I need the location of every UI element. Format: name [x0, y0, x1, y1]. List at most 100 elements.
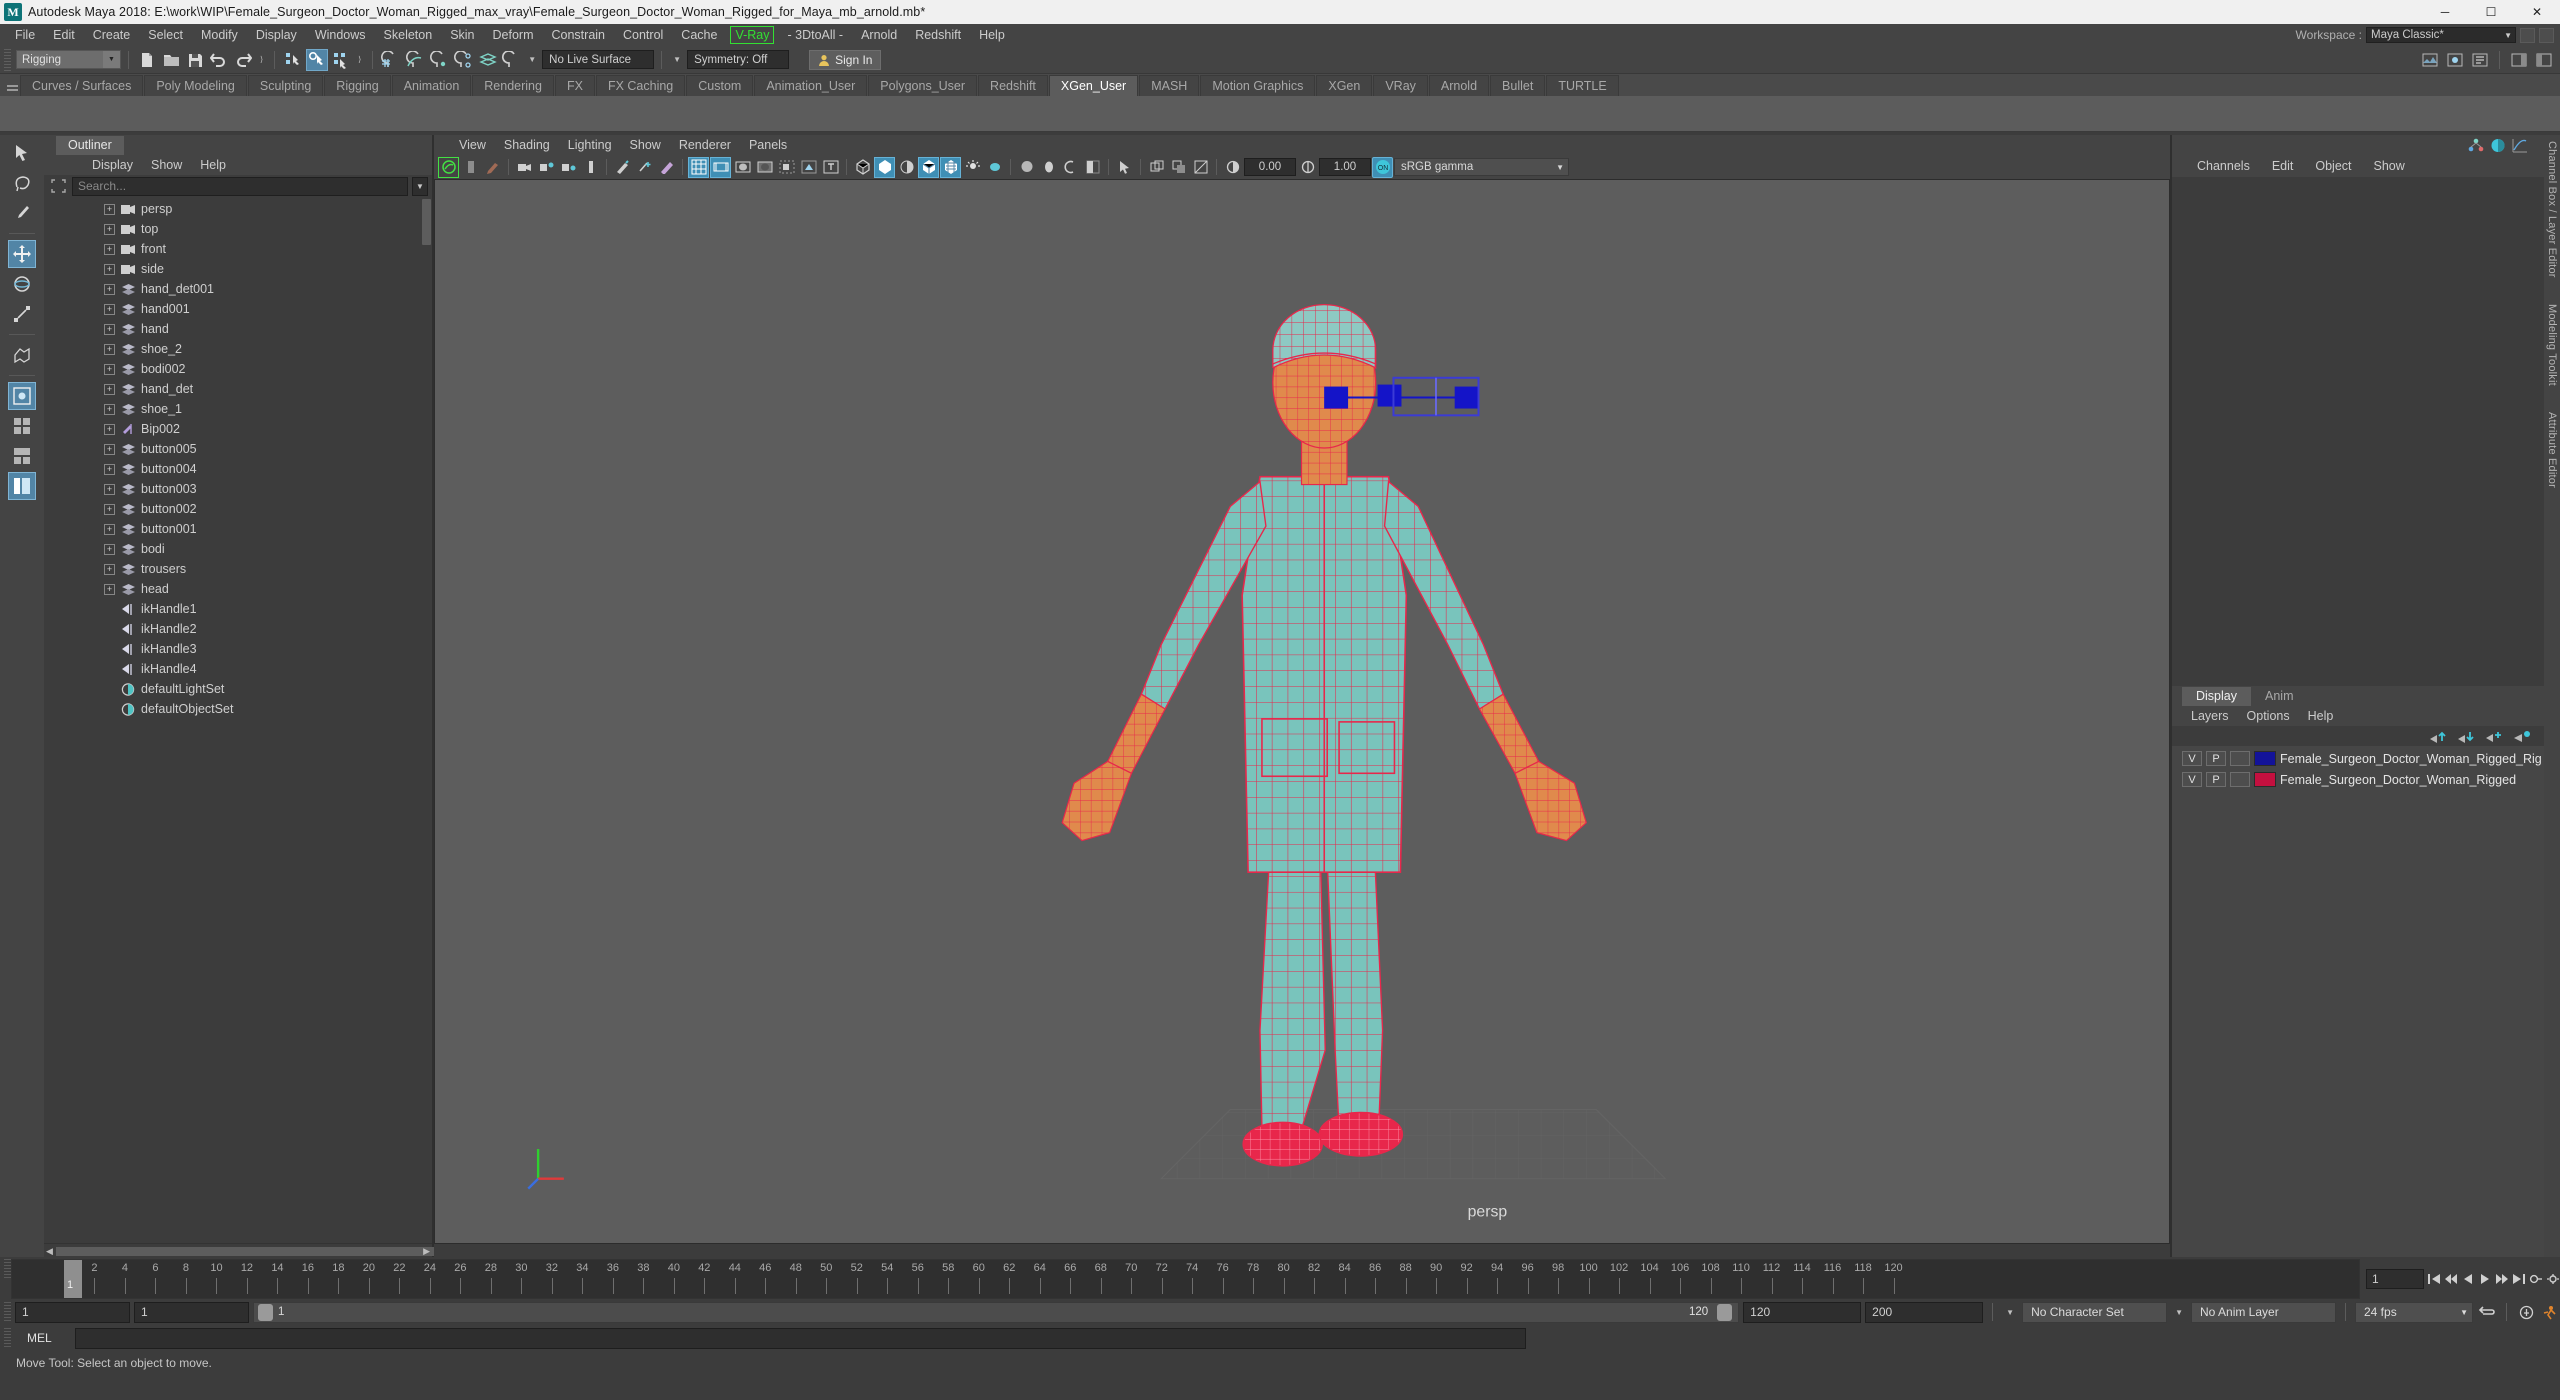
menu-item-redshift[interactable]: Redshift	[906, 24, 970, 46]
ambient-occlusion-icon[interactable]	[1038, 157, 1059, 178]
mel-label[interactable]: MEL	[15, 1331, 71, 1345]
menu-item-deform[interactable]: Deform	[484, 24, 543, 46]
shelf-tab-motion-graphics[interactable]: Motion Graphics	[1200, 75, 1316, 96]
menu-item-edit[interactable]: Edit	[44, 24, 84, 46]
viewport-menu-shading[interactable]: Shading	[495, 138, 559, 152]
panel-zoom-icon[interactable]	[1146, 157, 1167, 178]
layer-row[interactable]: V P Female_Surgeon_Doctor_Woman_Rigged_Rig	[2172, 748, 2560, 769]
menu-item-file[interactable]: File	[6, 24, 44, 46]
shelf-tab-bullet[interactable]: Bullet	[1490, 75, 1546, 96]
camera-keys-icon[interactable]	[558, 157, 579, 178]
shelf-tab-rendering[interactable]: Rendering	[472, 75, 554, 96]
select-component-icon[interactable]	[330, 49, 352, 71]
menu-item-create[interactable]: Create	[84, 24, 140, 46]
animation-preferences-button[interactable]	[2516, 1302, 2536, 1322]
search-input[interactable]	[72, 176, 408, 196]
snap-curve-icon[interactable]	[404, 49, 426, 71]
expand-plus-icon[interactable]: +	[104, 223, 115, 235]
layer-tab-display[interactable]: Display	[2182, 687, 2251, 706]
expand-plus-icon[interactable]: +	[104, 363, 115, 375]
channelbox-menu-show[interactable]: Show	[2363, 159, 2416, 173]
expand-plus-icon[interactable]: +	[104, 443, 115, 455]
maximize-button[interactable]: ☐	[2468, 0, 2514, 24]
outliner-item[interactable]: + button002	[44, 499, 432, 519]
timeline-grip[interactable]	[4, 1259, 11, 1279]
exposure-icon[interactable]	[1222, 157, 1243, 178]
outliner-item[interactable]: ikHandle3	[44, 639, 432, 659]
outliner-item[interactable]: + top	[44, 219, 432, 239]
scale-tool-icon[interactable]	[8, 300, 36, 328]
outliner-item[interactable]: defaultLightSet	[44, 679, 432, 699]
playback-start-field[interactable]: 1	[134, 1301, 249, 1323]
toolbar-grip[interactable]	[4, 48, 11, 71]
smooth-shade-all-icon[interactable]	[874, 156, 895, 178]
view-split-pane-icon[interactable]	[8, 442, 36, 470]
rotate-tool-icon[interactable]	[8, 270, 36, 298]
auto-key-icon[interactable]	[2529, 1269, 2543, 1289]
workspace-layout-icon[interactable]	[2520, 27, 2535, 43]
go-to-start-icon[interactable]	[2427, 1269, 2441, 1289]
expand-plus-icon[interactable]: +	[104, 483, 115, 495]
outliner-tab[interactable]: Outliner	[56, 136, 124, 155]
side-tab-modeling-toolkit[interactable]: Modeling Toolkit	[2546, 304, 2558, 386]
view-four-pane-icon[interactable]	[8, 412, 36, 440]
use-all-lights-icon[interactable]	[962, 157, 983, 178]
snap-magnet-icon[interactable]	[500, 49, 522, 71]
menu-item-modify[interactable]: Modify	[192, 24, 247, 46]
time-slider[interactable]: 1 2 4 6 8 10 12 14 16 18 20 22 24 26 28 30 32 34 36 38 40 42…	[11, 1259, 2360, 1299]
viewport-horizontal-scrollbar[interactable]	[434, 1244, 2170, 1257]
move-layer-down-icon[interactable]	[2457, 730, 2474, 743]
exposure-field[interactable]: 0.00	[1244, 158, 1296, 176]
layer-display-type-toggle[interactable]	[2230, 751, 2250, 766]
workspace-save-icon[interactable]	[2539, 27, 2554, 43]
xray-joints-icon[interactable]	[754, 157, 775, 178]
shelf-tab-poly-modeling[interactable]: Poly Modeling	[144, 75, 247, 96]
select-hierarchy-icon[interactable]	[282, 49, 304, 71]
outliner-menu-display[interactable]: Display	[84, 158, 141, 172]
image-plane-icon[interactable]	[580, 157, 601, 178]
shelf-tab-sculpting[interactable]: Sculpting	[247, 75, 324, 96]
select-object-icon[interactable]	[306, 48, 329, 71]
outliner-item[interactable]: + Bip002	[44, 419, 432, 439]
text-display-icon[interactable]	[820, 157, 841, 178]
paint-select-tool-icon[interactable]	[8, 199, 36, 227]
expand-plus-icon[interactable]: +	[104, 423, 115, 435]
camera-attributes-icon[interactable]	[514, 157, 535, 178]
shelf-tab-polygons-user[interactable]: Polygons_User	[868, 75, 978, 96]
layer-playback-toggle[interactable]: P	[2206, 751, 2226, 766]
search-dropdown-icon[interactable]: ▼	[412, 176, 428, 196]
viewport-canvas[interactable]: persp	[434, 179, 2170, 1244]
playback-end-field[interactable]: 120	[1743, 1301, 1862, 1323]
outliner-item[interactable]: + bodi002	[44, 359, 432, 379]
select-tool-viewport-icon[interactable]	[1114, 157, 1135, 178]
character-animation-icon[interactable]	[2540, 1302, 2560, 1322]
render-view-icon[interactable]	[2419, 49, 2441, 71]
shelf-tab-animation-user[interactable]: Animation_User	[754, 75, 868, 96]
light-quality-icon[interactable]	[984, 157, 1005, 178]
toolbar-collapse-2[interactable]: ⟩	[354, 55, 365, 64]
scroll-left-icon[interactable]: ◀	[46, 1246, 53, 1257]
select-filter-icon[interactable]	[48, 177, 68, 195]
menu-item-skin[interactable]: Skin	[441, 24, 483, 46]
viewport-bookmark-icon[interactable]	[460, 157, 481, 178]
shelf-tab-mash[interactable]: MASH	[1139, 75, 1200, 96]
viewport-grease-pencil-icon[interactable]	[482, 157, 503, 178]
viewport-menu-view[interactable]: View	[450, 138, 495, 152]
shelf-tab-fx[interactable]: FX	[554, 75, 595, 96]
outliner-horizontal-scrollbar[interactable]: ◀ ▶	[44, 1243, 486, 1257]
menu-item-skeleton[interactable]: Skeleton	[375, 24, 442, 46]
expand-plus-icon[interactable]: +	[104, 503, 115, 515]
fps-select[interactable]: 24 fps ▼	[2355, 1301, 2473, 1323]
viewport-menu-renderer[interactable]: Renderer	[670, 138, 740, 152]
panel-resize-icon[interactable]	[1190, 157, 1211, 178]
side-tab-channel-box-layer-editor[interactable]: Channel Box / Layer Editor	[2546, 141, 2558, 278]
expand-plus-icon[interactable]: +	[104, 243, 115, 255]
outliner-item[interactable]: + hand_det001	[44, 279, 432, 299]
side-tab-attribute-editor[interactable]: Attribute Editor	[2546, 412, 2558, 488]
viewport-menu-lighting[interactable]: Lighting	[559, 138, 621, 152]
expand-plus-icon[interactable]: +	[104, 583, 115, 595]
expand-plus-icon[interactable]: +	[104, 263, 115, 275]
lasso-tool-icon[interactable]	[8, 169, 36, 197]
menu-item-help[interactable]: Help	[970, 24, 1014, 46]
sign-in-button[interactable]: Sign In	[809, 49, 882, 70]
